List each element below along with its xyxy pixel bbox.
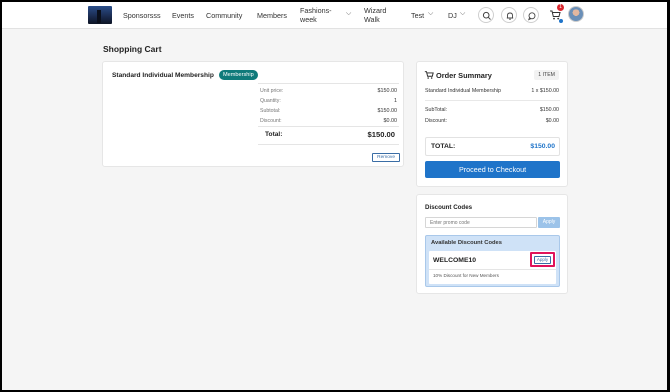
summary-line-qty: 1 x $150.00	[531, 88, 559, 94]
divider	[425, 100, 560, 101]
nav-wizard-line1: Wizard	[364, 6, 387, 15]
summary-discount-label: Discount:	[425, 118, 448, 124]
items-count-badge: 1 ITEM	[534, 70, 559, 80]
remove-button[interactable]: Remove	[372, 153, 400, 162]
cart-count-badge: 1	[557, 4, 564, 11]
messages-button[interactable]	[523, 7, 539, 23]
total-value: $150.00	[367, 130, 395, 139]
proceed-to-checkout-button[interactable]: Proceed to Checkout	[425, 161, 560, 178]
summary-total-box: TOTAL: $150.00	[425, 137, 560, 156]
search-icon	[482, 11, 491, 20]
search-button[interactable]	[478, 7, 494, 23]
subtotal-value: $150.00	[377, 108, 398, 114]
notifications-button[interactable]	[501, 7, 517, 23]
summary-total-value: $150.00	[530, 143, 555, 150]
cart-icon	[424, 71, 434, 79]
discount-value: $0.00	[383, 118, 398, 124]
discount-code-item: WELCOME10 Apply 10% Discount for New Mem…	[429, 251, 556, 284]
unit-price-label: Unit price:	[260, 88, 284, 94]
nav-events[interactable]: Events	[172, 12, 194, 20]
user-initials: DJ	[448, 11, 457, 20]
discount-codes-card: Discount Codes Apply Available Discount …	[416, 194, 568, 294]
summary-line-name: Standard Individual Membership	[425, 88, 501, 94]
divider	[258, 83, 399, 84]
available-codes-title: Available Discount Codes	[431, 240, 502, 246]
nav-test-label: Test	[411, 11, 425, 20]
available-codes-panel: Available Discount Codes WELCOME10 Apply…	[425, 235, 560, 287]
highlight-box: Apply	[530, 252, 555, 267]
discount-code-description: 10% Discount for New Members	[433, 273, 499, 278]
discount-codes-title: Discount Codes	[425, 204, 473, 211]
summary-total-label: TOTAL:	[431, 143, 456, 150]
divider	[258, 126, 399, 127]
nav-fashions-line1: Fashions-	[300, 6, 332, 15]
apply-promo-button[interactable]: Apply	[538, 217, 560, 228]
quantity-value: 1	[394, 98, 397, 104]
unit-price-value: $150.00	[377, 88, 398, 94]
nav-members[interactable]: Members	[257, 12, 287, 20]
summary-subtotal-label: SubTotal:	[425, 107, 448, 113]
cart-item-name: Standard Individual Membership	[112, 72, 214, 79]
nav-fashions-line2: week	[300, 15, 317, 24]
discount-label: Discount:	[260, 118, 282, 124]
nav-community[interactable]: Community	[206, 12, 242, 20]
apply-code-button[interactable]: Apply	[534, 256, 551, 264]
avatar[interactable]	[568, 6, 584, 22]
top-navbar: Sponsorsss Events Community Members Fash…	[2, 2, 667, 29]
chevron-down-icon: ⌵	[346, 10, 352, 17]
nav-wizard-line2: Walk	[364, 15, 380, 24]
app-frame: Sponsorsss Events Community Members Fash…	[2, 2, 667, 390]
chevron-down-icon: ⌵	[460, 10, 466, 17]
site-logo[interactable]	[88, 6, 112, 24]
discount-code-name: WELCOME10	[433, 257, 477, 264]
order-summary-card: Order Summary 1 ITEM Standard Individual…	[416, 61, 568, 187]
order-summary-title: Order Summary	[436, 71, 492, 80]
status-dot	[559, 19, 563, 23]
divider	[258, 144, 399, 145]
quantity-label: Quantity:	[260, 98, 281, 104]
membership-tag: Membership	[219, 70, 258, 80]
bell-icon	[506, 12, 514, 20]
nav-sponsorsss[interactable]: Sponsorsss	[123, 12, 161, 20]
cart-item-card: Standard Individual Membership Membershi…	[102, 61, 404, 167]
chevron-down-icon: ⌵	[428, 10, 434, 17]
divider	[429, 269, 556, 270]
summary-discount-value: $0.00	[545, 118, 559, 124]
chat-bubble-icon	[527, 12, 536, 21]
subtotal-label: Subtotal:	[260, 108, 281, 114]
total-label: Total:	[265, 131, 283, 138]
summary-subtotal-value: $150.00	[539, 107, 559, 113]
page-title: Shopping Cart	[103, 44, 162, 54]
promo-code-input[interactable]	[425, 217, 537, 228]
